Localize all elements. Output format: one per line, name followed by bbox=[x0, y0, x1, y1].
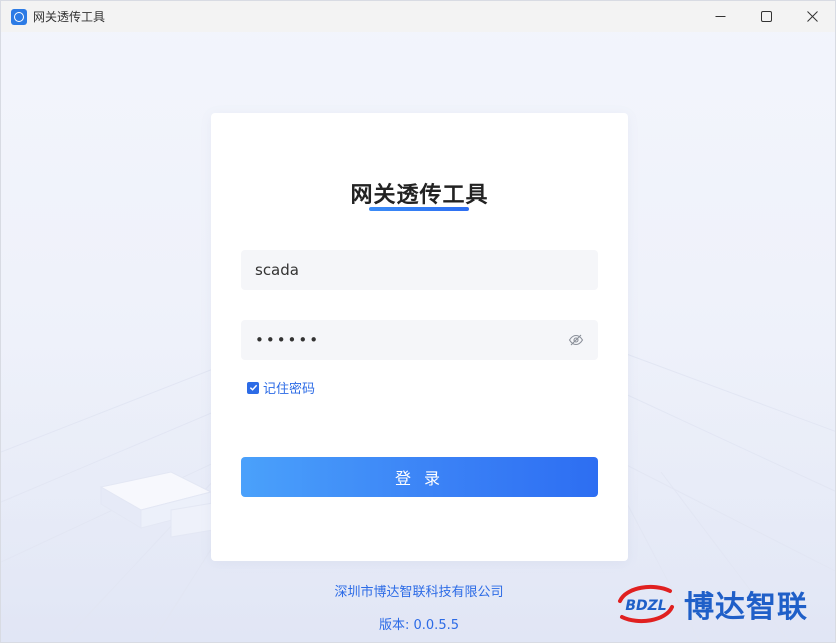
remember-checkbox[interactable] bbox=[247, 381, 259, 394]
brand-name: 博达智联 bbox=[684, 590, 808, 625]
heading-underline bbox=[369, 207, 469, 211]
password-field[interactable] bbox=[241, 320, 598, 360]
brand-mark-text: BDZL bbox=[625, 598, 666, 614]
app-icon bbox=[11, 8, 27, 25]
minimize-icon bbox=[715, 16, 725, 17]
login-card: 网关透传工具 记住密码 登 录 bbox=[211, 113, 628, 561]
username-field[interactable] bbox=[241, 250, 598, 290]
check-icon bbox=[249, 384, 257, 391]
eye-off-icon[interactable] bbox=[568, 332, 584, 348]
maximize-button[interactable] bbox=[743, 1, 789, 32]
bdzl-logo-icon: BDZL bbox=[618, 584, 674, 624]
app-window: 网关透传工具 网关透传工具 scada •••••• 记住密码 登 录 深圳市博… bbox=[0, 0, 836, 643]
title-bar[interactable]: 网关透传工具 bbox=[1, 1, 835, 32]
maximize-icon bbox=[760, 11, 772, 22]
login-button[interactable]: 登 录 bbox=[241, 457, 598, 497]
window-controls bbox=[697, 1, 835, 32]
username-input[interactable] bbox=[255, 261, 584, 279]
remember-label: 记住密码 bbox=[263, 382, 316, 397]
window-title: 网关透传工具 bbox=[33, 10, 106, 24]
login-heading: 网关透传工具 bbox=[350, 183, 489, 208]
close-button[interactable] bbox=[789, 1, 835, 32]
remember-password[interactable]: 记住密码 bbox=[247, 378, 315, 397]
password-input[interactable] bbox=[255, 331, 568, 349]
brand-logo: BDZL 博达智联 bbox=[614, 579, 824, 629]
close-icon bbox=[806, 11, 818, 22]
minimize-button[interactable] bbox=[697, 1, 743, 32]
